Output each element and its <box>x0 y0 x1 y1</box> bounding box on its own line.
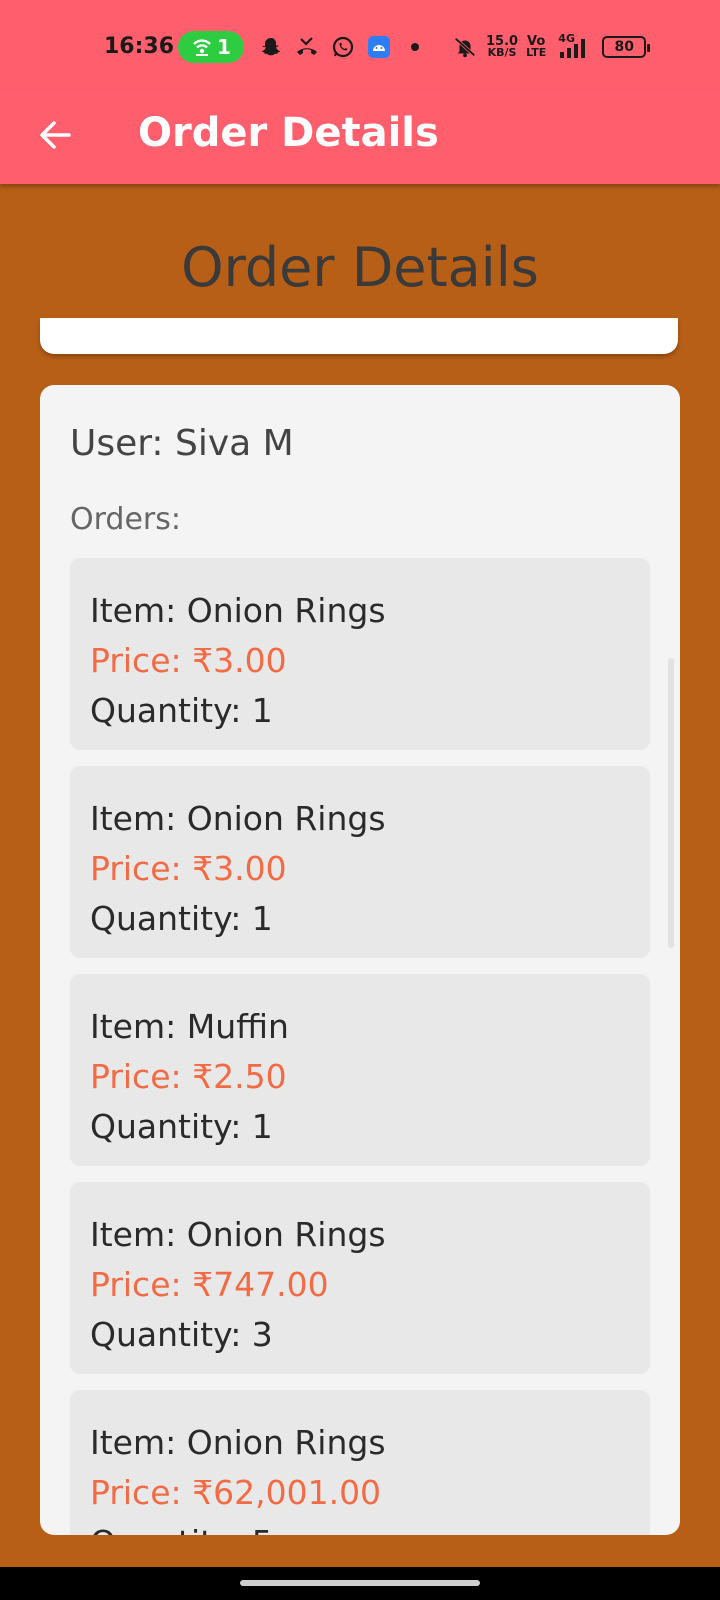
signal-icon: 4G <box>554 32 594 60</box>
whatsapp-icon <box>330 34 356 60</box>
previous-user-card <box>40 318 678 354</box>
notification-icons <box>258 32 428 62</box>
order-item: Item: Muffin Price: ₹2.50 Quantity: 1 <box>70 974 650 1166</box>
app-bar: Order Details <box>0 90 720 184</box>
net-speed: 15.0 KB/S <box>486 34 519 59</box>
scrollbar[interactable] <box>668 658 674 948</box>
snapchat-icon <box>258 34 284 60</box>
order-item-quantity: Quantity: 3 <box>90 1315 273 1354</box>
battery-icon: 80 <box>602 36 651 58</box>
order-item: Item: Onion Rings Price: ₹3.00 Quantity:… <box>70 558 650 750</box>
order-item-name: Item: Onion Rings <box>90 591 386 630</box>
page-title: Order Details <box>181 236 539 299</box>
navigation-bar <box>0 1567 720 1600</box>
order-item: Item: Onion Rings Price: ₹62,001.00 Quan… <box>70 1390 650 1535</box>
status-bar: 16:36 1 15.0 KB/S Vo LTE 4G 80 <box>0 0 720 90</box>
order-item-name: Item: Onion Rings <box>90 1215 386 1254</box>
user-order-card: User: Siva M Orders: Item: Onion Rings P… <box>40 385 680 1535</box>
order-item-price: Price: ₹62,001.00 <box>90 1473 382 1512</box>
mute-icon <box>452 34 478 60</box>
dot-icon <box>402 34 428 60</box>
order-item: Item: Onion Rings Price: ₹3.00 Quantity:… <box>70 766 650 958</box>
android-icon <box>366 34 392 60</box>
order-item-name: Item: Muffin <box>90 1007 289 1046</box>
order-list[interactable]: Item: Onion Rings Price: ₹3.00 Quantity:… <box>70 558 650 1535</box>
hotspot-indicator: 1 <box>178 31 244 63</box>
order-item-price: Price: ₹2.50 <box>90 1057 287 1096</box>
orders-label: Orders: <box>70 502 181 537</box>
app-bar-title: Order Details <box>138 110 439 156</box>
hotspot-count: 1 <box>217 35 231 59</box>
order-item-name: Item: Onion Rings <box>90 799 386 838</box>
missed-call-icon <box>294 34 320 60</box>
status-time: 16:36 <box>104 34 175 59</box>
home-gesture-handle[interactable] <box>240 1580 480 1586</box>
arrow-back-icon <box>40 121 71 149</box>
order-item-quantity: Quantity: 1 <box>90 691 273 730</box>
order-item-name: Item: Onion Rings <box>90 1423 386 1462</box>
system-icons: 15.0 KB/S Vo LTE 4G 80 <box>452 32 651 62</box>
order-item-quantity: Quantity: 1 <box>90 1107 273 1146</box>
wifi-hotspot-icon <box>193 39 211 56</box>
volte-indicator: Vo LTE <box>526 34 547 59</box>
order-item-price: Price: ₹3.00 <box>90 641 287 680</box>
order-item-quantity: Quantity: 5 <box>90 1518 630 1535</box>
order-item-price: Price: ₹747.00 <box>90 1265 329 1304</box>
order-item-price: Price: ₹3.00 <box>90 849 287 888</box>
back-button[interactable] <box>30 110 80 160</box>
order-item-quantity: Quantity: 1 <box>90 899 273 938</box>
user-name: User: Siva M <box>70 423 294 464</box>
order-item: Item: Onion Rings Price: ₹747.00 Quantit… <box>70 1182 650 1374</box>
